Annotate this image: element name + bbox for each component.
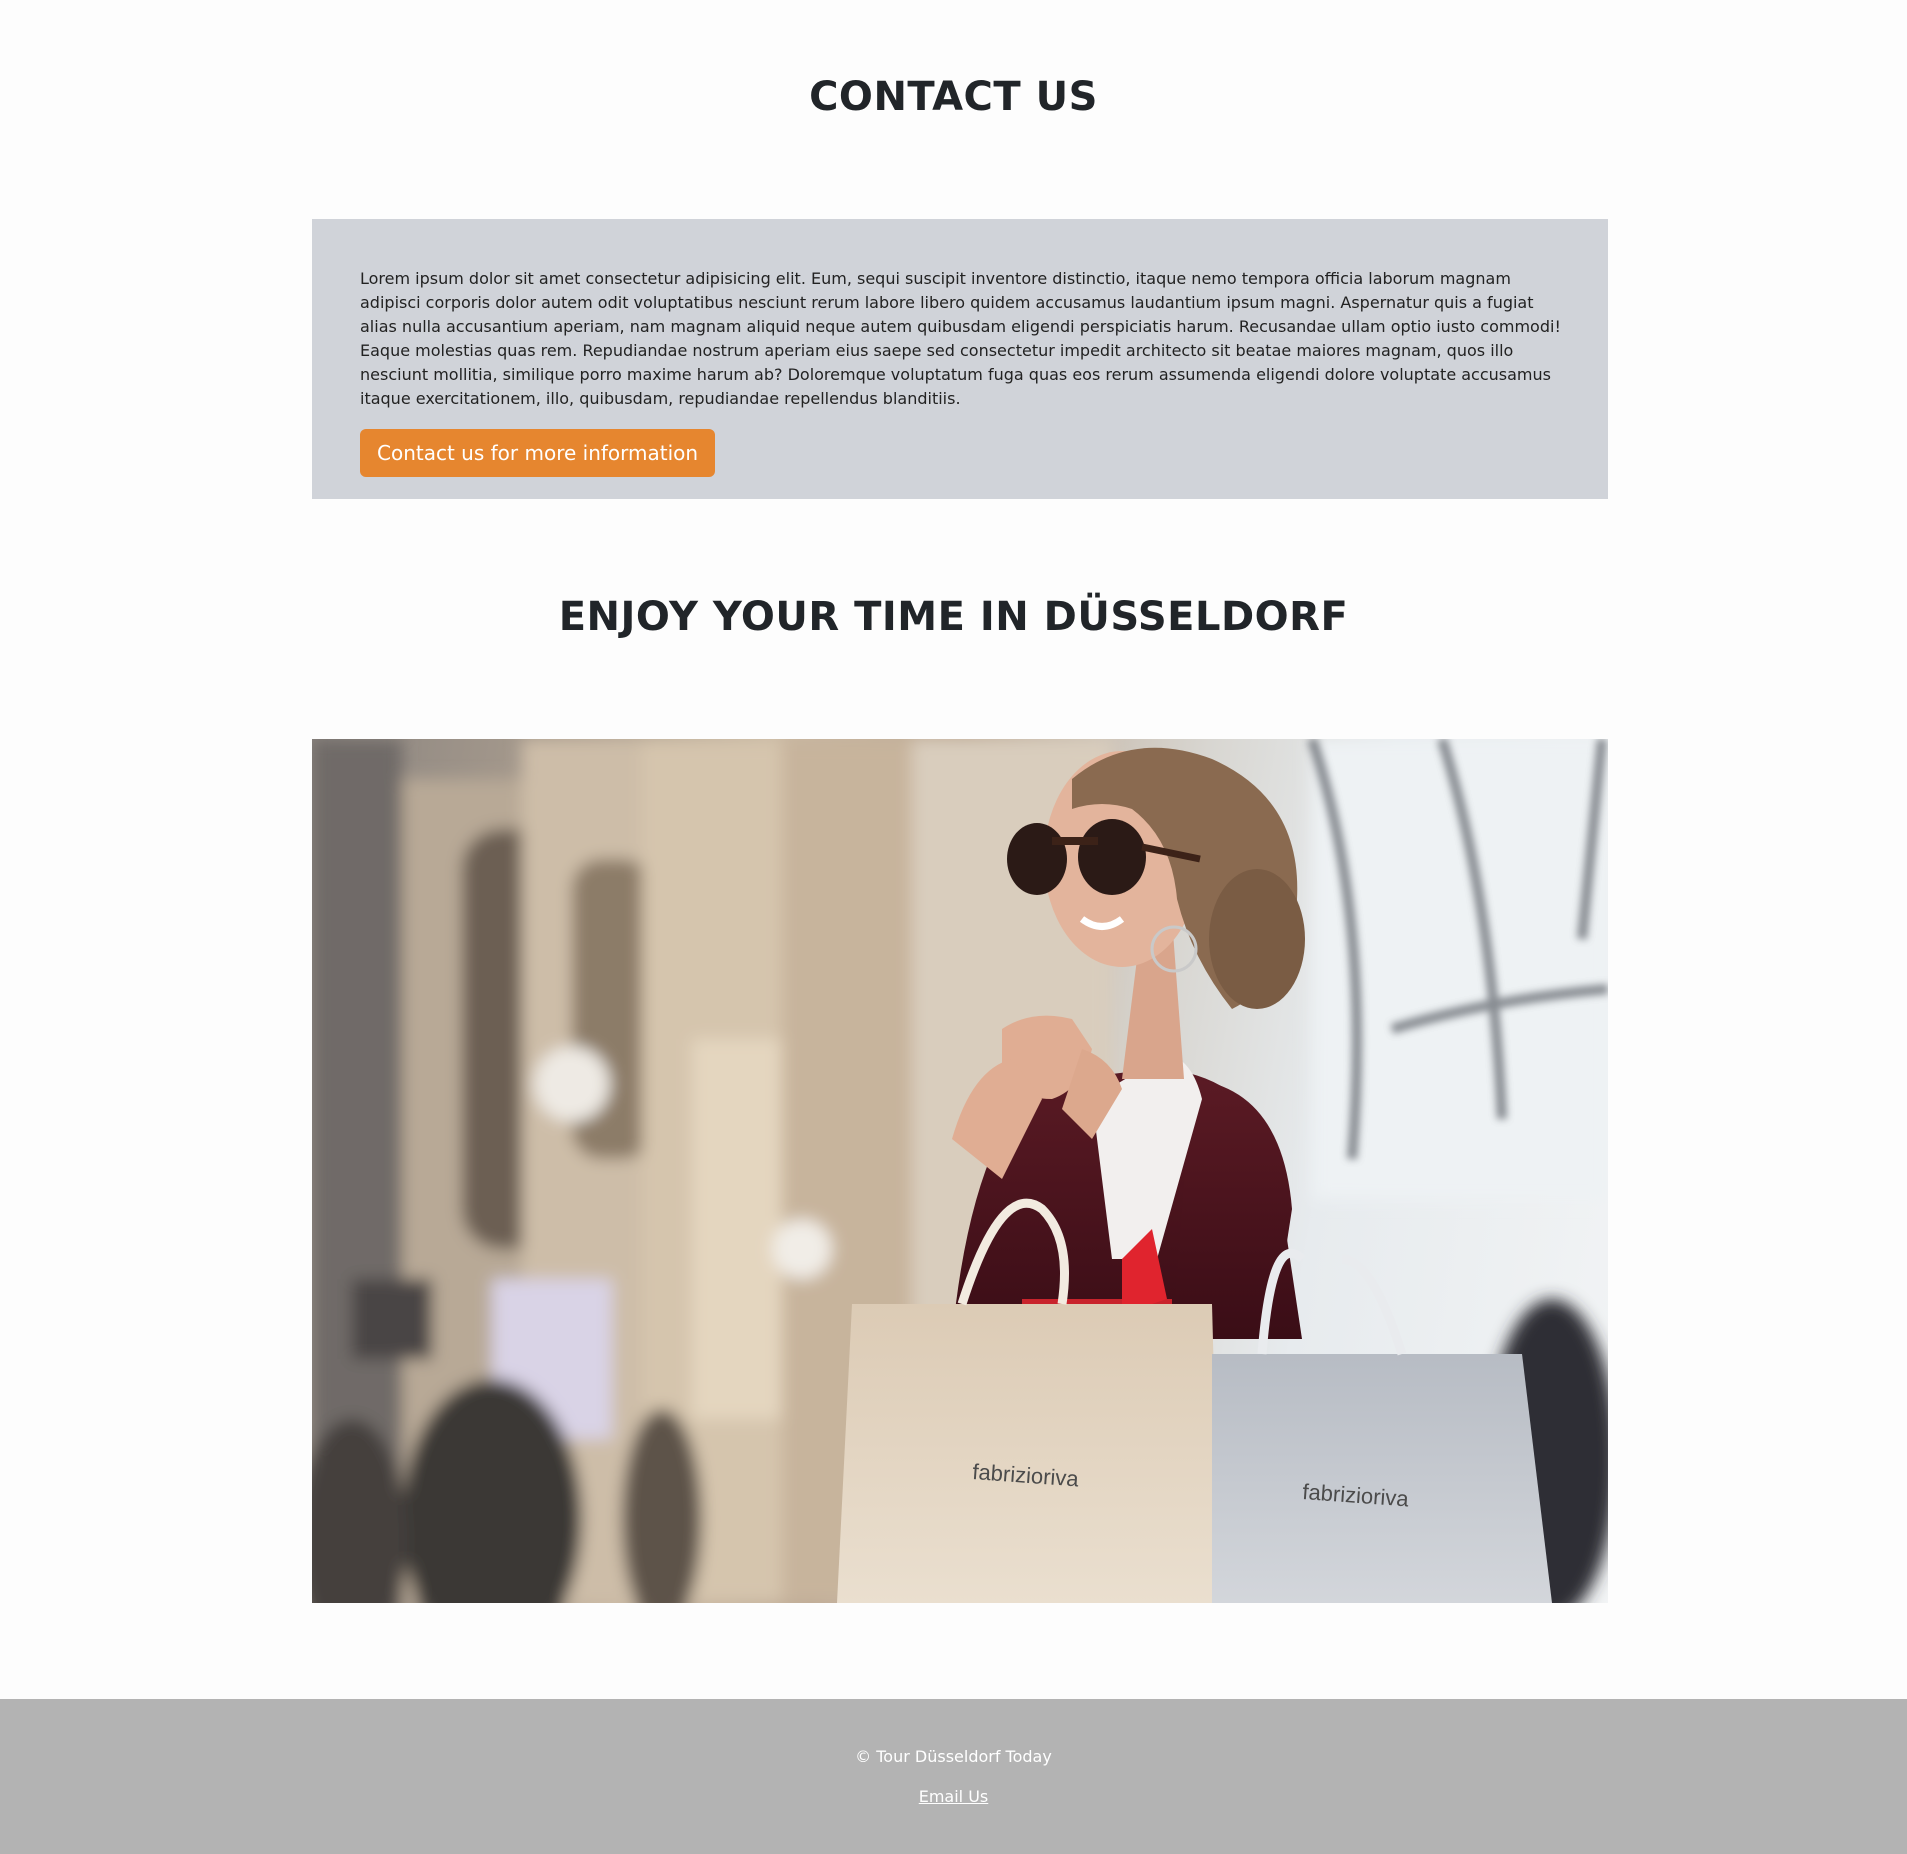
footer: © Tour Düsseldorf Today Email Us	[0, 1699, 1907, 1854]
contact-title: CONTACT US	[809, 74, 1098, 120]
enjoy-title: ENJOY YOUR TIME IN DÜSSELDORF	[558, 594, 1349, 640]
contact-more-info-button[interactable]: Contact us for more information	[360, 429, 716, 477]
shopping-woman-photo: fabrizioriva fabrizioriva	[312, 739, 1608, 1603]
contact-description: Lorem ipsum dolor sit amet consectetur a…	[360, 269, 1561, 408]
shopping-woman-illustration: fabrizioriva fabrizioriva	[312, 739, 1608, 1603]
email-us-link[interactable]: Email Us	[919, 1787, 989, 1806]
footer-copyright: © Tour Düsseldorf Today	[855, 1747, 1052, 1766]
contact-box: Lorem ipsum dolor sit amet consectetur a…	[312, 219, 1608, 499]
